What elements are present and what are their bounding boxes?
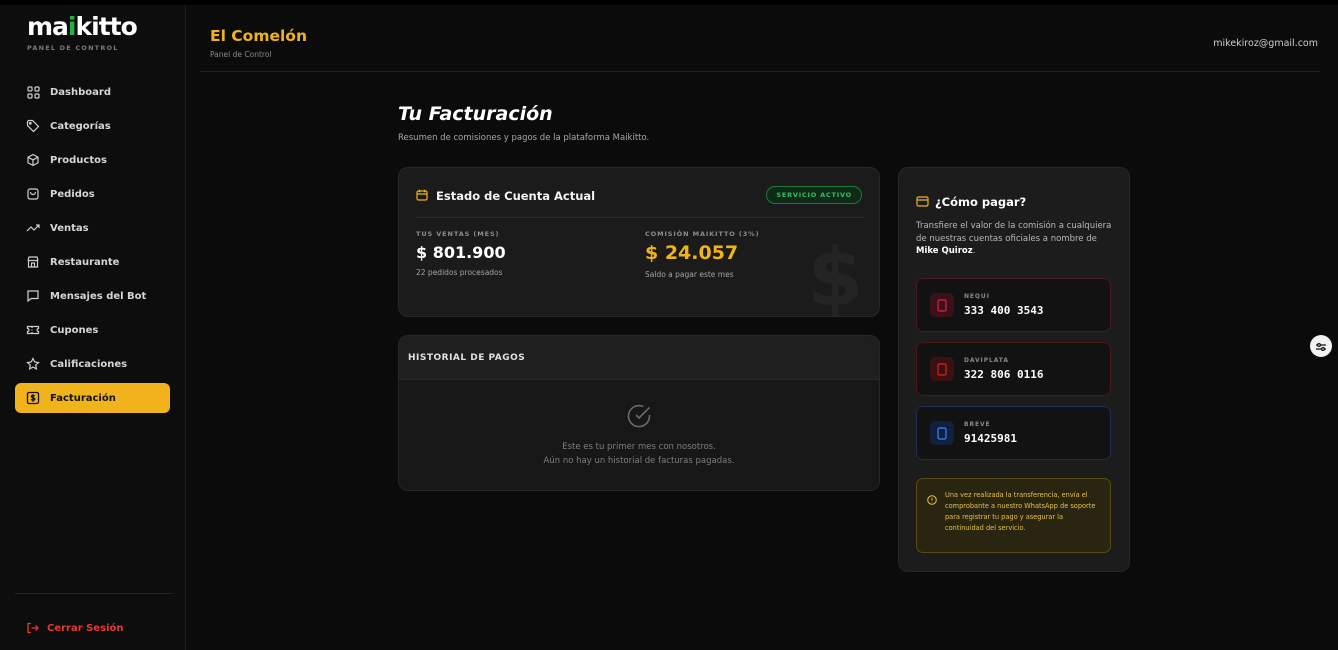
- logout-button[interactable]: Cerrar Sesión: [26, 619, 124, 638]
- calendar-icon: [416, 186, 428, 205]
- logout-icon: [26, 619, 39, 638]
- account-breve[interactable]: BREVE 91425981: [916, 406, 1111, 460]
- sidebar-item-label: Mensajes del Bot: [50, 290, 147, 302]
- tag-icon: [26, 119, 40, 133]
- account-name: NEQUI: [964, 293, 990, 300]
- sidebar-item-label: Calificaciones: [50, 358, 128, 370]
- header-subtitle: Panel de Control: [210, 50, 272, 59]
- pay-card-title: ¿Cómo pagar?: [935, 194, 1027, 209]
- sidebar-item-label: Cupones: [50, 324, 99, 336]
- header-divider: [200, 71, 1320, 72]
- logo-text: maikitto: [27, 12, 138, 41]
- sidebar-item-label: Ventas: [50, 222, 89, 234]
- payment-history-card: HISTORIAL DE PAGOS Este es tu primer mes…: [398, 335, 880, 491]
- history-title: HISTORIAL DE PAGOS: [399, 336, 879, 380]
- how-to-pay-card: ¿Cómo pagar? Transfiere el valor de la c…: [898, 167, 1130, 572]
- app-frame: maikitto PANEL DE CONTROL Dashboard Cate…: [0, 5, 1338, 650]
- page-subtitle: Resumen de comisiones y pagos de la plat…: [398, 133, 650, 143]
- sidebar-item-pedidos[interactable]: Pedidos: [15, 179, 170, 209]
- ticket-icon: [26, 323, 40, 337]
- history-empty-state: Este es tu primer mes con nosotros. Aún …: [399, 380, 879, 490]
- account-card-title: Estado de Cuenta Actual: [436, 188, 596, 203]
- account-card-header: Estado de Cuenta Actual: [416, 186, 595, 205]
- sidebar-divider: [15, 593, 173, 594]
- pay-card-header: ¿Cómo pagar?: [916, 192, 1026, 211]
- sales-stat: TUS VENTAS (MES) $ 801.900 22 pedidos pr…: [416, 230, 506, 277]
- star-icon: [26, 357, 40, 371]
- account-nequi[interactable]: NEQUI 333 400 3543: [916, 278, 1111, 332]
- page-title: Tu Facturación: [398, 103, 553, 125]
- history-empty-line1: Este es tu primer mes con nosotros.: [562, 442, 716, 452]
- commission-value: $ 24.057: [645, 242, 739, 264]
- account-status-card: Estado de Cuenta Actual SERVICIO ACTIVO …: [398, 167, 880, 317]
- sidebar-item-label: Productos: [50, 154, 107, 166]
- logo-subtitle: PANEL DE CONTROL: [27, 44, 119, 52]
- sidebar-nav: Dashboard Categorías Productos Pedidos V…: [15, 77, 170, 417]
- box-icon: [26, 153, 40, 167]
- logo[interactable]: maikitto PANEL DE CONTROL: [27, 12, 138, 53]
- message-icon: [26, 289, 40, 303]
- commission-caption: COMISIÓN MAIKITTO (3%): [645, 230, 760, 238]
- sliders-icon: [1315, 337, 1327, 356]
- sidebar-item-productos[interactable]: Productos: [15, 145, 170, 175]
- dollar-icon: [26, 391, 40, 405]
- store-icon: [26, 255, 40, 269]
- settings-toggle-button[interactable]: [1310, 335, 1332, 357]
- user-email[interactable]: mikekiroz@gmail.com: [1213, 38, 1318, 49]
- sales-caption: TUS VENTAS (MES): [416, 230, 500, 238]
- account-number[interactable]: 333 400 3543: [964, 304, 1043, 317]
- account-card-divider: [416, 217, 863, 218]
- check-circle-icon: [625, 402, 653, 434]
- sidebar-item-ventas[interactable]: Ventas: [15, 213, 170, 243]
- account-number[interactable]: 322 806 0116: [964, 368, 1043, 381]
- info-icon: [927, 490, 937, 552]
- account-number[interactable]: 91425981: [964, 432, 1017, 445]
- sidebar-item-label: Pedidos: [50, 188, 95, 200]
- sidebar-item-label: Restaurante: [50, 256, 120, 268]
- restaurant-name: El Comelón: [210, 27, 307, 45]
- account-name: DAVIPLATA: [964, 357, 1009, 364]
- credit-card-icon: [916, 192, 929, 211]
- sidebar-item-label: Facturación: [50, 392, 116, 404]
- commission-stat: COMISIÓN MAIKITTO (3%) $ 24.057 Saldo a …: [645, 230, 759, 279]
- phone-icon: [930, 421, 954, 445]
- phone-icon: [930, 293, 954, 317]
- payment-notice-text: Una vez realizada la transferencia, enví…: [945, 491, 1096, 532]
- pay-card-description: Transfiere el valor de la comisión a cua…: [916, 221, 1112, 256]
- logout-label: Cerrar Sesión: [47, 623, 124, 634]
- sidebar-item-restaurante[interactable]: Restaurante: [15, 247, 170, 277]
- account-name: BREVE: [964, 421, 991, 428]
- sidebar-item-calificaciones[interactable]: Calificaciones: [15, 349, 170, 379]
- status-badge: SERVICIO ACTIVO: [766, 186, 862, 204]
- sales-note: 22 pedidos procesados: [416, 268, 503, 277]
- trend-icon: [26, 221, 40, 235]
- bag-icon: [26, 187, 40, 201]
- sidebar-item-label: Categorías: [50, 120, 111, 132]
- history-empty-line2: Aún no hay un historial de facturas paga…: [543, 456, 735, 466]
- phone-icon: [930, 357, 954, 381]
- sidebar: maikitto PANEL DE CONTROL Dashboard Cate…: [0, 5, 186, 650]
- grid-icon: [26, 85, 40, 99]
- sidebar-item-label: Dashboard: [50, 86, 111, 98]
- account-daviplata[interactable]: DAVIPLATA 322 806 0116: [916, 342, 1111, 396]
- commission-note: Saldo a pagar este mes: [645, 270, 734, 279]
- sidebar-item-cupones[interactable]: Cupones: [15, 315, 170, 345]
- sales-value: $ 801.900: [416, 243, 506, 262]
- sidebar-item-dashboard[interactable]: Dashboard: [15, 77, 170, 107]
- payment-notice: Una vez realizada la transferencia, enví…: [916, 478, 1111, 553]
- sidebar-item-mensajes-del-bot[interactable]: Mensajes del Bot: [15, 281, 170, 311]
- sidebar-item-facturacion[interactable]: Facturación: [15, 383, 170, 413]
- sidebar-item-categorias[interactable]: Categorías: [15, 111, 170, 141]
- account-holder-name: Mike Quiroz: [916, 246, 973, 256]
- dollar-watermark-icon: $: [807, 231, 863, 317]
